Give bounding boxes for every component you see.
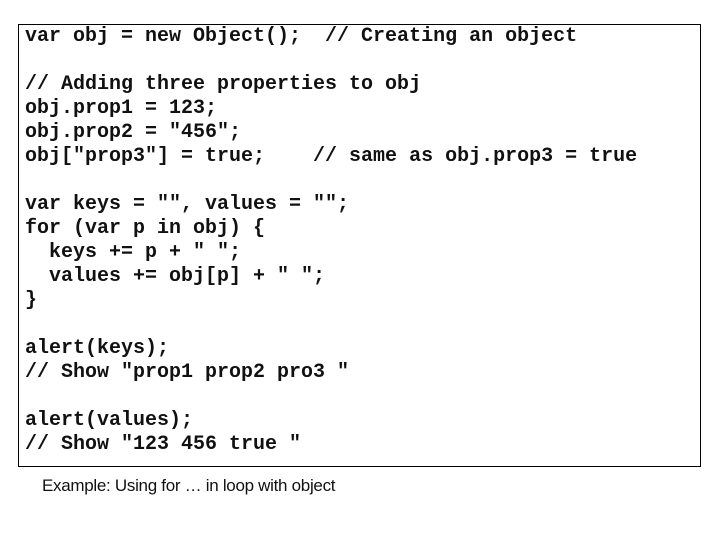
code-line: // Adding three properties to obj: [25, 73, 422, 96]
code-line: alert(values);: [25, 409, 194, 432]
code-line: alert(keys);: [25, 337, 170, 360]
slide: var obj = new Object(); // Creating an o…: [0, 0, 720, 540]
code-line: var obj = new Object(); // Creating an o…: [25, 25, 578, 48]
code-listing: var obj = new Object(); // Creating an o…: [25, 25, 637, 457]
code-line: obj["prop3"] = true; // same as obj.prop…: [25, 145, 638, 168]
code-line: obj.prop2 = "456";: [25, 121, 242, 144]
code-line: // Show "prop1 prop2 pro3 ": [25, 361, 350, 384]
code-line: // Show "123 456 true ": [25, 433, 302, 456]
code-line: keys += p + " ";: [25, 241, 242, 264]
code-line: var keys = "", values = "";: [25, 193, 350, 216]
caption: Example: Using for … in loop with object: [42, 476, 336, 495]
code-line: for (var p in obj) {: [25, 217, 266, 240]
code-line: obj.prop1 = 123;: [25, 97, 218, 120]
code-line: values += obj[p] + " ";: [25, 265, 326, 288]
code-line: }: [25, 289, 38, 312]
code-box: var obj = new Object(); // Creating an o…: [18, 24, 701, 467]
